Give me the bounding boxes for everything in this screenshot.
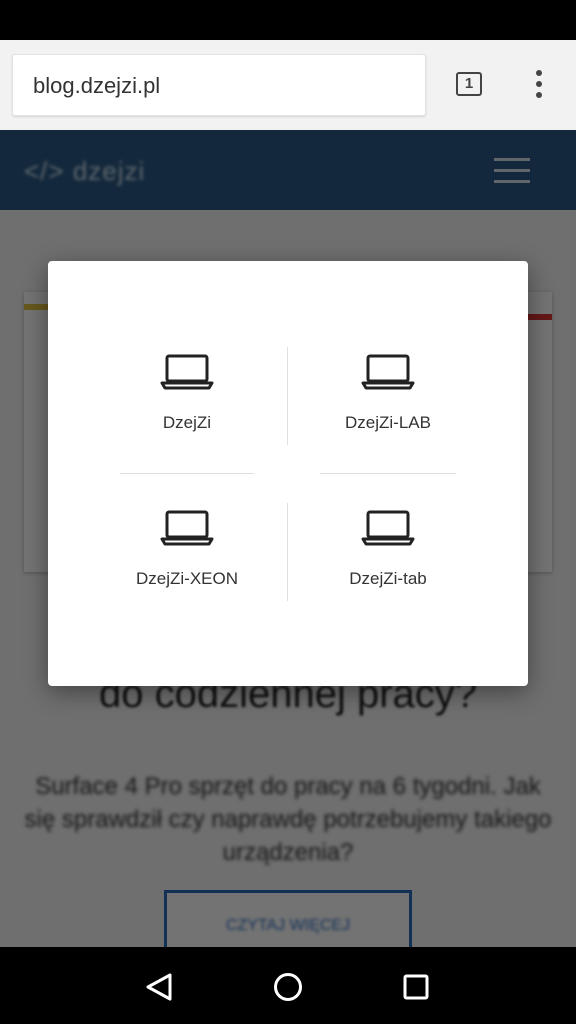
back-icon[interactable] [140, 967, 180, 1007]
overflow-menu-icon[interactable] [534, 70, 544, 100]
device-item[interactable]: DzejZi [87, 353, 287, 463]
laptop-icon [160, 354, 214, 390]
recents-icon[interactable] [396, 967, 436, 1007]
device-label: DzejZi-LAB [345, 413, 431, 432]
device-item[interactable]: DzejZi-tab [288, 509, 488, 619]
laptop-icon [160, 510, 214, 546]
device-label: DzejZi [162, 413, 212, 432]
divider [320, 473, 456, 474]
laptop-icon [361, 510, 415, 546]
browser-toolbar: blog.dzejzi.pl 1 [0, 40, 576, 130]
divider [120, 473, 254, 474]
device-picker-dialog: DzejZi DzejZi-LAB DzejZi-XEON DzejZi-tab [48, 261, 528, 686]
home-icon[interactable] [268, 967, 308, 1007]
status-bar [0, 0, 576, 40]
url-text: blog.dzejzi.pl [33, 73, 161, 98]
divider [287, 347, 288, 445]
url-bar[interactable]: blog.dzejzi.pl [12, 54, 426, 116]
system-nav-bar [0, 947, 576, 1024]
tab-switcher-button[interactable]: 1 [456, 72, 482, 96]
laptop-icon [361, 354, 415, 390]
device-item[interactable]: DzejZi-XEON [87, 509, 287, 619]
device-item[interactable]: DzejZi-LAB [288, 353, 488, 463]
divider [287, 503, 288, 601]
device-label: DzejZi-tab [349, 569, 427, 588]
device-label: DzejZi-XEON [135, 569, 238, 588]
